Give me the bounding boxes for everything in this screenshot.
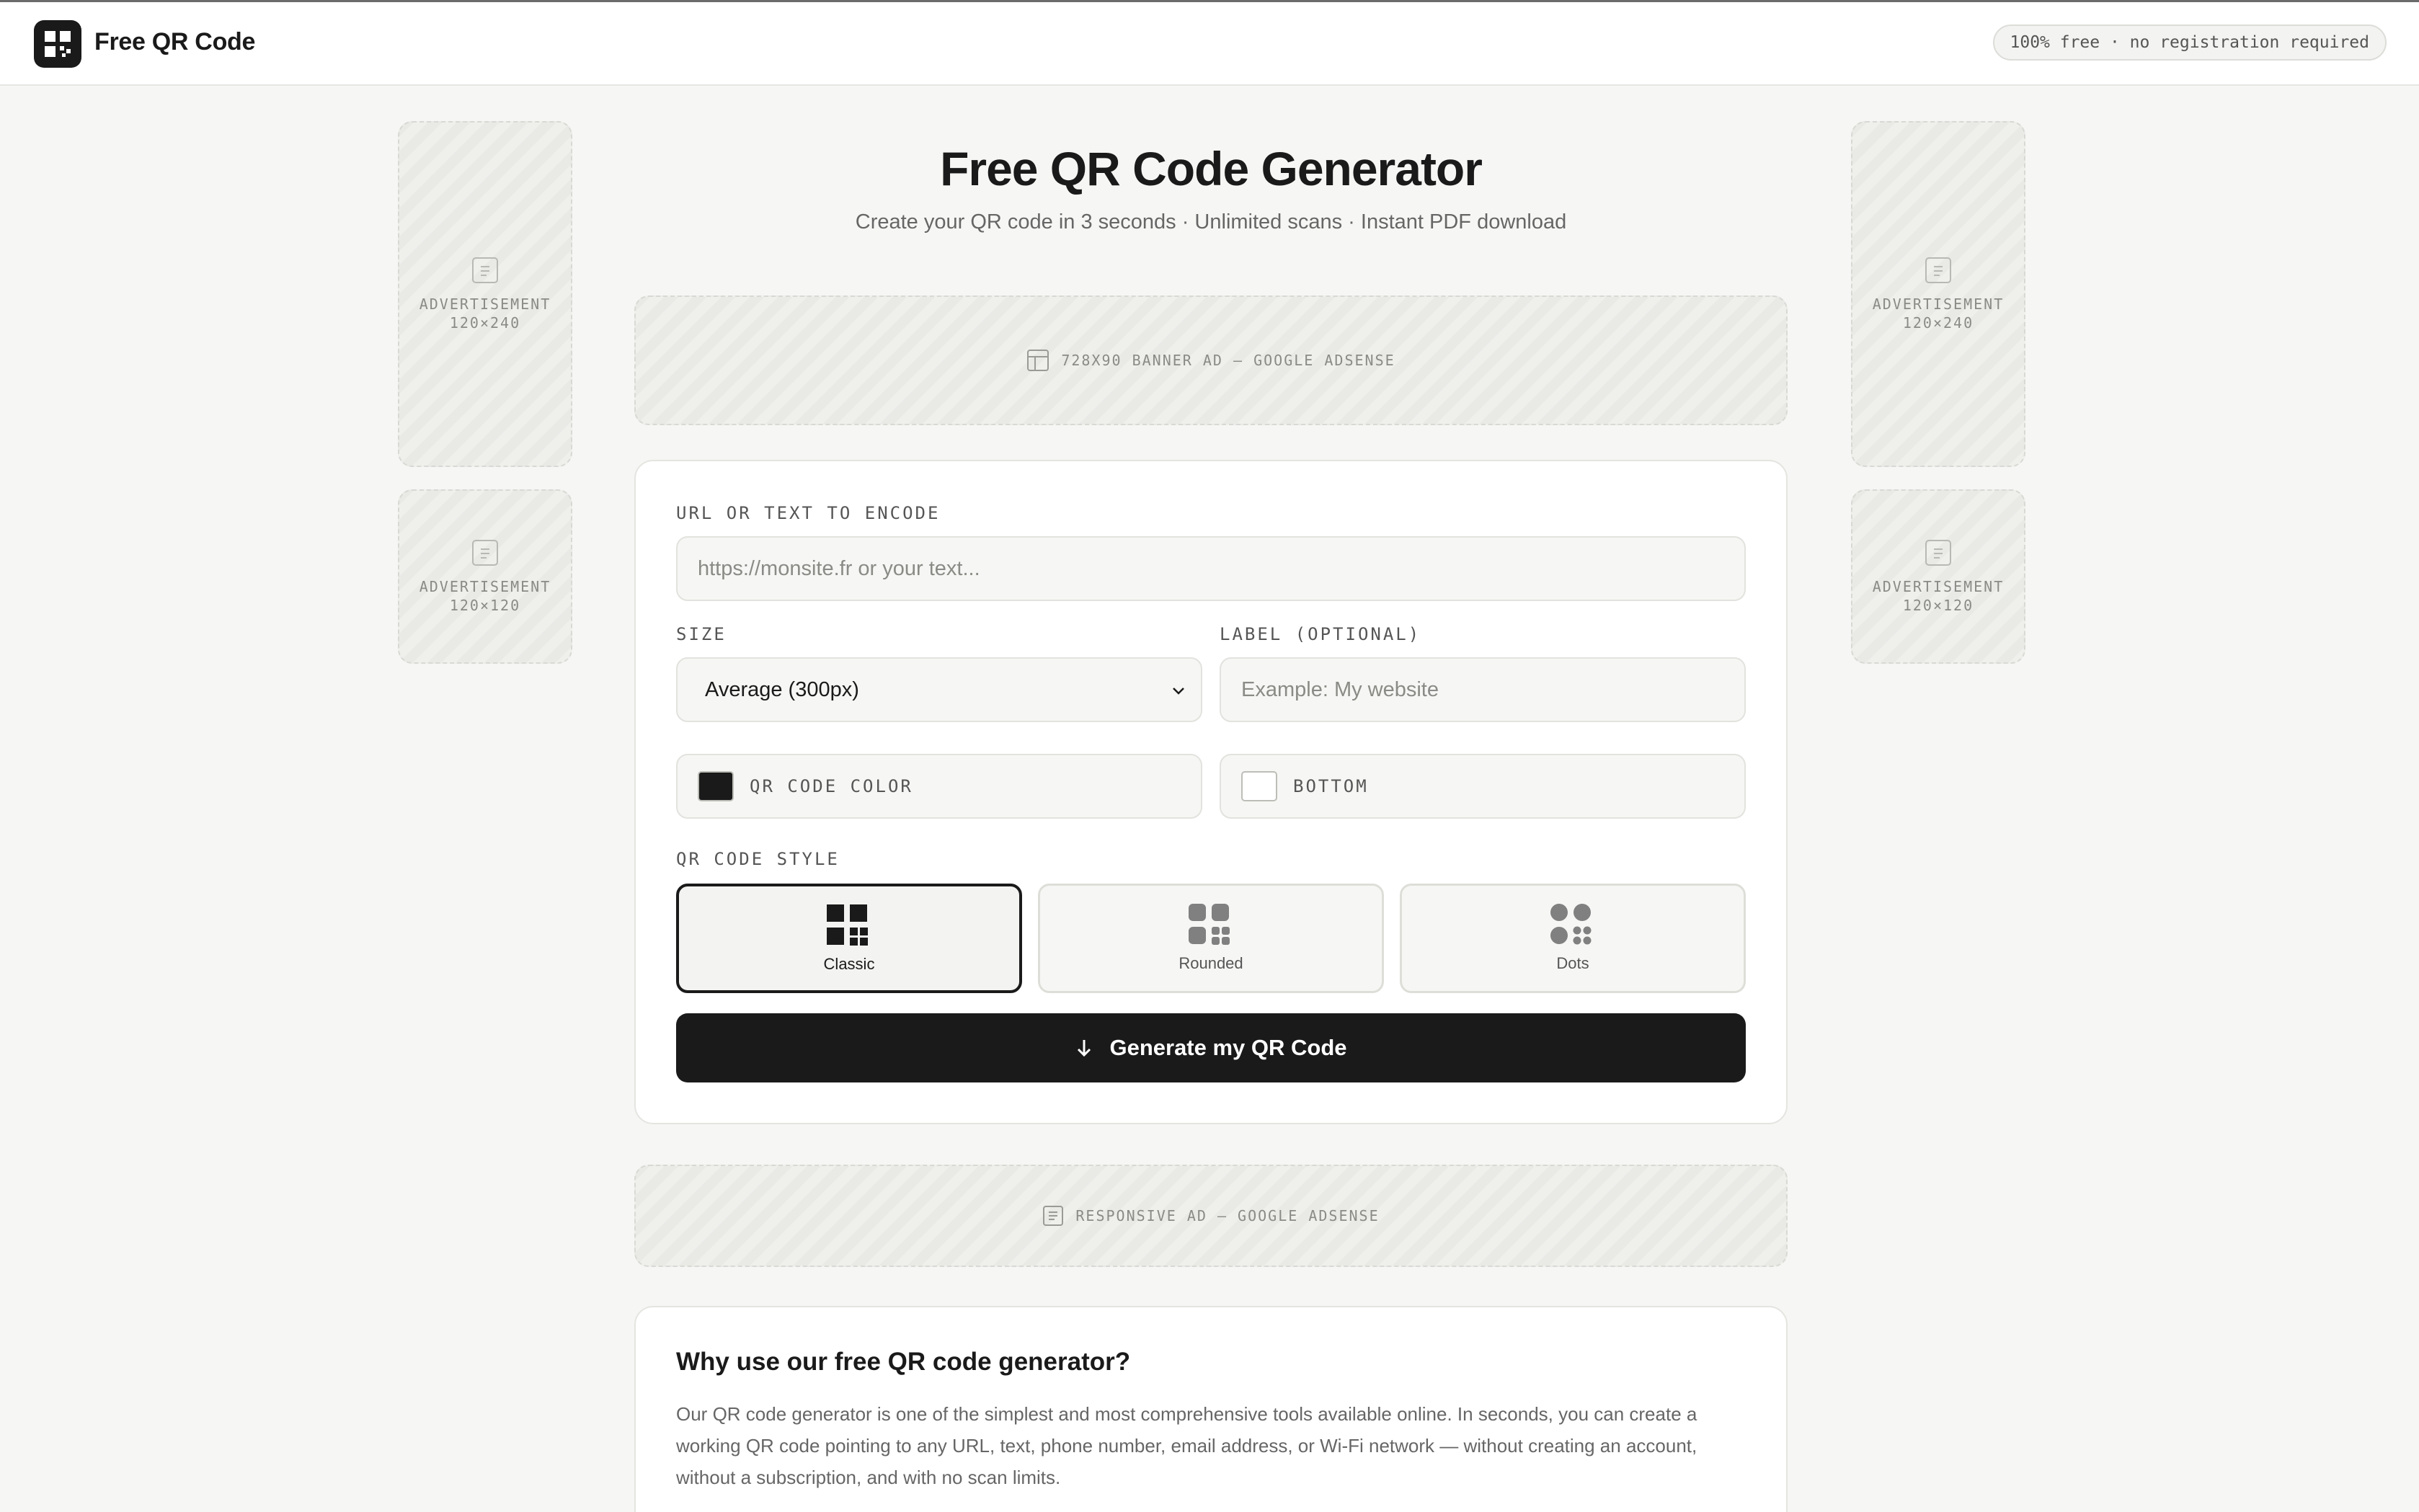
ad-size: 120×240 — [449, 314, 521, 332]
bottom-color-label: BOTTOM — [1293, 776, 1369, 796]
qr-logo-icon — [45, 31, 71, 57]
style-option-classic[interactable]: Classic — [676, 884, 1022, 993]
style-option-label: Rounded — [1179, 954, 1243, 972]
banner-ad-top[interactable]: 728X90 BANNER AD — GOOGLE ADSENSE — [634, 295, 1788, 425]
page-subtitle: Create your QR code in 3 seconds · Unlim… — [855, 210, 1567, 234]
ad-size: 120×120 — [449, 597, 521, 614]
style-option-dots[interactable]: Dots — [1400, 884, 1746, 993]
site-header: Free QR Code 100% free · no registration… — [0, 2, 2419, 86]
why-title: Why use our free QR code generator? — [676, 1348, 1131, 1376]
ad-placeholder-icon — [472, 257, 498, 283]
ad-left-bottom[interactable]: ADVERTISEMENT 120×120 — [398, 489, 572, 664]
chevron-down-icon — [1173, 688, 1184, 695]
generate-button-label: Generate my QR Code — [1109, 1035, 1347, 1060]
ad-size: 120×120 — [1902, 597, 1974, 614]
style-label: QR CODE STYLE — [676, 849, 840, 869]
ad-right-bottom[interactable]: ADVERTISEMENT 120×120 — [1851, 489, 2025, 664]
size-label: SIZE — [676, 624, 727, 644]
style-option-label: Classic — [823, 955, 875, 973]
ad-placeholder-icon — [1925, 540, 1951, 566]
dots-qr-icon — [1550, 904, 1592, 945]
arrow-down-icon — [1078, 1040, 1091, 1057]
ad-size: 120×240 — [1902, 314, 1974, 332]
ad-right-top[interactable]: ADVERTISEMENT 120×240 — [1851, 121, 2025, 467]
free-badge: 100% free · no registration required — [1992, 25, 2387, 61]
label-input[interactable]: Example: My website — [1220, 657, 1746, 722]
qr-color-swatch[interactable] — [698, 771, 734, 801]
ad-placeholder-icon — [472, 540, 498, 566]
ad-left-top[interactable]: ADVERTISEMENT 120×240 — [398, 121, 572, 467]
logo[interactable] — [34, 20, 81, 68]
bottom-color-picker[interactable]: BOTTOM — [1220, 754, 1746, 819]
style-option-label: Dots — [1556, 954, 1589, 972]
url-label: URL OR TEXT TO ENCODE — [676, 503, 941, 523]
label-label: LABEL (OPTIONAL) — [1220, 624, 1421, 644]
style-option-rounded[interactable]: Rounded — [1038, 884, 1384, 993]
qr-color-label: QR CODE COLOR — [750, 776, 913, 796]
banner-ad-label: 728X90 BANNER AD — GOOGLE ADSENSE — [1061, 352, 1395, 369]
layout-icon — [1027, 350, 1049, 371]
ad-label: ADVERTISEMENT — [1872, 578, 2005, 595]
classic-qr-icon — [827, 904, 868, 946]
bottom-color-swatch[interactable] — [1241, 771, 1277, 801]
ad-label: ADVERTISEMENT — [1872, 295, 2005, 313]
page-title: Free QR Code Generator — [940, 142, 1483, 195]
banner-ad-responsive[interactable]: RESPONSIVE AD — GOOGLE ADSENSE — [634, 1165, 1788, 1267]
qr-color-picker[interactable]: QR CODE COLOR — [676, 754, 1202, 819]
size-select-value: Average (300px) — [705, 678, 859, 701]
banner-ad-label: RESPONSIVE AD — GOOGLE ADSENSE — [1075, 1207, 1380, 1224]
generate-button[interactable]: Generate my QR Code — [676, 1013, 1746, 1082]
ad-label: ADVERTISEMENT — [419, 295, 551, 313]
ad-label: ADVERTISEMENT — [419, 578, 551, 595]
ad-placeholder-icon — [1925, 257, 1951, 283]
rounded-qr-icon — [1189, 904, 1230, 945]
why-text: Our QR code generator is one of the simp… — [676, 1403, 1697, 1488]
size-select[interactable]: Average (300px) — [676, 657, 1202, 722]
why-section: Why use our free QR code generator? Our … — [634, 1306, 1788, 1512]
ad-placeholder-icon — [1043, 1206, 1064, 1226]
brand-name[interactable]: Free QR Code — [94, 28, 255, 56]
qr-form-card: URL OR TEXT TO ENCODE https://monsite.fr… — [634, 460, 1788, 1124]
url-input[interactable]: https://monsite.fr or your text... — [676, 536, 1746, 601]
